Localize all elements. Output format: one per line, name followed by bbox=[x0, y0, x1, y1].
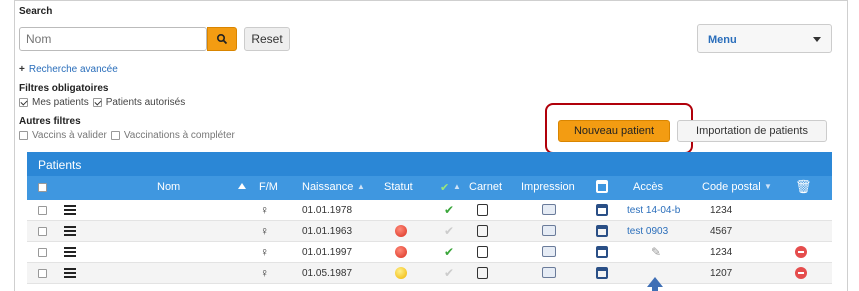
new-patient-button[interactable]: Nouveau patient bbox=[558, 120, 670, 142]
col-carnet[interactable]: Carnet bbox=[469, 181, 502, 193]
advanced-search-label: Recherche avancée bbox=[28, 64, 118, 75]
vaccines-to-validate-checkbox[interactable] bbox=[19, 131, 28, 140]
row-checkbox[interactable] bbox=[38, 206, 47, 215]
col-name[interactable]: Nom bbox=[157, 181, 180, 193]
search-label: Search bbox=[19, 6, 53, 17]
patients-panel-title: Patients bbox=[27, 152, 832, 176]
grid-header: Nom F/M Naissance ▲ Statut ✔ ▲ Carnet Im… bbox=[27, 176, 832, 200]
printer-icon[interactable] bbox=[542, 204, 556, 215]
carnet-icon[interactable] bbox=[477, 267, 488, 279]
delete-icon[interactable] bbox=[795, 246, 807, 258]
arrow-annotation-stem bbox=[652, 286, 658, 291]
validated-check-icon[interactable]: ✔ bbox=[444, 245, 454, 259]
import-patients-button[interactable]: Importation de patients bbox=[677, 120, 827, 142]
birth-date: 01.01.1978 bbox=[302, 205, 353, 216]
carnet-icon[interactable] bbox=[477, 246, 488, 258]
panel-title-text: Patients bbox=[38, 158, 82, 172]
other-filters-title: Autres filtres bbox=[19, 116, 81, 127]
calendar-icon[interactable] bbox=[596, 225, 608, 237]
reset-button[interactable]: Reset bbox=[244, 27, 290, 51]
postal-code: 4567 bbox=[710, 226, 733, 237]
patients-table: ♀ 01.01.1978 ✔ test 14-04-b 1234 ♀ 01.01.1963 ✔… bbox=[27, 200, 832, 284]
row-checkbox[interactable] bbox=[38, 227, 47, 236]
postal-code: 1234 bbox=[710, 205, 733, 216]
printer-icon[interactable] bbox=[542, 225, 556, 236]
search-icon bbox=[216, 33, 228, 45]
vaccinations-to-complete-label: Vaccinations à compléter bbox=[123, 130, 235, 141]
col-access[interactable]: Accès bbox=[633, 181, 663, 193]
authorized-patients-label: Patients autorisés bbox=[105, 97, 186, 108]
delete-icon[interactable] bbox=[795, 267, 807, 279]
search-input[interactable] bbox=[19, 27, 207, 51]
table-row[interactable]: ♀ 01.01.1963 ✔ test 0903 4567 bbox=[27, 221, 832, 242]
col-postal[interactable]: Code postal bbox=[702, 181, 761, 193]
calendar-icon[interactable] bbox=[596, 246, 608, 258]
sort-icon-postal[interactable]: ▼ bbox=[764, 182, 772, 191]
status-yellow-icon bbox=[395, 267, 407, 279]
mandatory-filters: Mes patients Patients autorisés bbox=[19, 97, 185, 108]
plus-icon: + bbox=[19, 64, 25, 75]
menu-label: Menu bbox=[708, 34, 737, 46]
row-menu-icon[interactable] bbox=[64, 268, 76, 278]
calendar-icon[interactable] bbox=[596, 267, 608, 279]
printer-icon[interactable] bbox=[542, 246, 556, 257]
trash-icon[interactable]: 🗑 bbox=[795, 179, 812, 195]
row-menu-icon[interactable] bbox=[64, 205, 76, 215]
vaccinations-to-complete-checkbox[interactable] bbox=[110, 131, 120, 140]
calendar-icon[interactable] bbox=[596, 204, 608, 216]
validated-check-icon[interactable]: ✔ bbox=[444, 266, 454, 280]
caret-down-icon bbox=[813, 37, 821, 42]
select-all-checkbox[interactable] bbox=[38, 183, 47, 192]
female-icon: ♀ bbox=[260, 203, 269, 217]
row-menu-icon[interactable] bbox=[64, 247, 76, 257]
menu-dropdown[interactable]: Menu bbox=[697, 24, 832, 53]
my-patients-label: Mes patients bbox=[32, 97, 89, 108]
birth-date: 01.01.1963 bbox=[302, 226, 353, 237]
status-red-icon bbox=[395, 246, 407, 258]
sort-icon[interactable]: ▲ bbox=[357, 182, 365, 191]
sort-icon-validated[interactable]: ▲ bbox=[453, 182, 461, 191]
female-icon: ♀ bbox=[260, 245, 269, 259]
access-link[interactable]: test 14-04-b bbox=[627, 205, 680, 216]
female-icon: ♀ bbox=[260, 266, 269, 280]
my-patients-checkbox[interactable] bbox=[19, 98, 28, 107]
col-status[interactable]: Statut bbox=[384, 181, 413, 193]
table-row[interactable]: ♀ 01.05.1987 ✔ 1207 bbox=[27, 263, 832, 284]
carnet-icon[interactable] bbox=[477, 204, 488, 216]
female-icon: ♀ bbox=[260, 224, 269, 238]
carnet-icon[interactable] bbox=[477, 225, 488, 237]
col-sex[interactable]: F/M bbox=[259, 181, 278, 193]
printer-icon[interactable] bbox=[542, 267, 556, 278]
authorized-patients-checkbox[interactable] bbox=[92, 98, 102, 107]
row-checkbox[interactable] bbox=[38, 248, 47, 257]
row-menu-icon[interactable] bbox=[64, 226, 76, 236]
advanced-search-link[interactable]: + Recherche avancée bbox=[19, 64, 118, 75]
postal-code: 1207 bbox=[710, 268, 733, 279]
table-row[interactable]: ♀ 01.01.1997 ✔ ✎ 1234 bbox=[27, 242, 832, 263]
access-link[interactable]: test 0903 bbox=[627, 226, 668, 237]
col-birth[interactable]: Naissance bbox=[302, 181, 353, 193]
mandatory-filters-title: Filtres obligatoires bbox=[19, 83, 109, 94]
status-red-icon bbox=[395, 225, 407, 237]
other-filters: Vaccins à valider Vaccinations à complét… bbox=[19, 130, 235, 141]
postal-code: 1234 bbox=[710, 247, 733, 258]
calendar-icon[interactable] bbox=[596, 180, 608, 193]
birth-date: 01.01.1997 bbox=[302, 247, 353, 258]
vaccines-to-validate-label: Vaccins à valider bbox=[32, 130, 107, 141]
sort-asc-icon[interactable] bbox=[238, 183, 246, 189]
col-print[interactable]: Impression bbox=[521, 181, 575, 193]
validated-check-icon[interactable]: ✔ bbox=[444, 203, 454, 217]
validated-column-icon[interactable]: ✔ bbox=[440, 181, 449, 194]
edit-icon[interactable]: ✎ bbox=[651, 245, 661, 259]
search-button[interactable] bbox=[207, 27, 237, 51]
birth-date: 01.05.1987 bbox=[302, 268, 353, 279]
validated-check-icon[interactable]: ✔ bbox=[444, 224, 454, 238]
row-checkbox[interactable] bbox=[38, 269, 47, 278]
table-row[interactable]: ♀ 01.01.1978 ✔ test 14-04-b 1234 bbox=[27, 200, 832, 221]
